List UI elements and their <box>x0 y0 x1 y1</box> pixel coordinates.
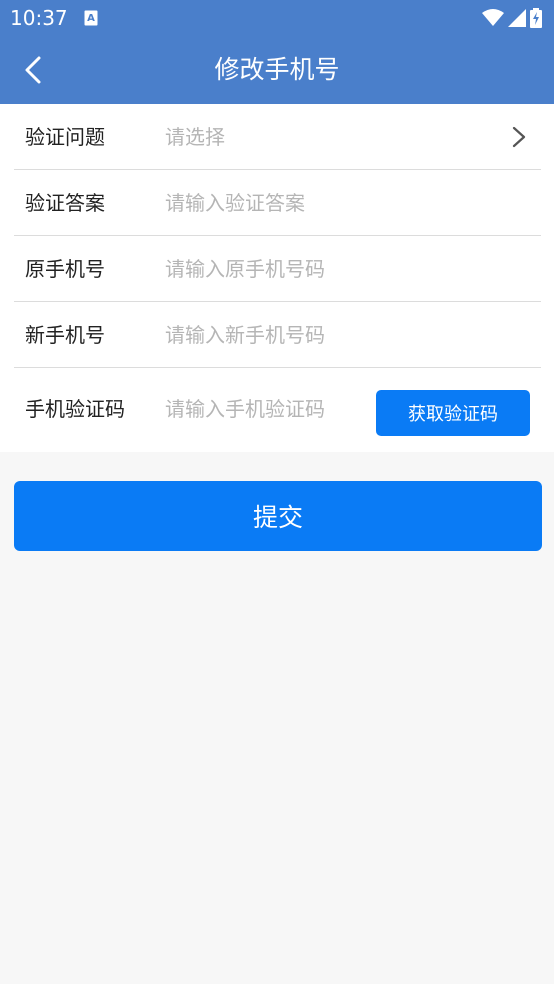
wifi-icon <box>482 9 504 26</box>
page-title: 修改手机号 <box>214 55 340 84</box>
chevron-right-icon <box>512 126 526 148</box>
battery-charging-icon <box>530 8 542 28</box>
old-phone-input[interactable] <box>165 249 495 289</box>
chevron-left-icon <box>25 56 41 84</box>
app-bar: 修改手机号 <box>0 36 554 104</box>
get-code-button[interactable]: 获取验证码 <box>376 390 530 436</box>
status-icons <box>482 8 542 28</box>
app-notification-icon: A <box>84 10 98 26</box>
submit-button[interactable]: 提交 <box>14 481 542 551</box>
verify-answer-input[interactable] <box>165 183 495 223</box>
cellular-signal-icon <box>508 9 526 27</box>
verify-question-select[interactable] <box>165 117 495 157</box>
svg-text:A: A <box>87 13 95 24</box>
verify-answer-label: 验证答案 <box>25 191 105 215</box>
new-phone-row: 新手机号 <box>14 302 541 368</box>
back-button[interactable] <box>14 50 54 90</box>
sms-code-row: 手机验证码 获取验证码 <box>14 368 541 450</box>
verify-question-label: 验证问题 <box>25 125 105 149</box>
new-phone-input[interactable] <box>165 315 495 355</box>
verify-question-row[interactable]: 验证问题 <box>14 104 541 170</box>
change-phone-form: 验证问题 验证答案 原手机号 新手机号 手机验证码 获取验证码 <box>0 104 554 452</box>
new-phone-label: 新手机号 <box>25 323 105 347</box>
sms-code-input[interactable] <box>165 389 370 429</box>
old-phone-row: 原手机号 <box>14 236 541 302</box>
old-phone-label: 原手机号 <box>25 257 105 281</box>
status-time: 10:37 <box>10 6 68 30</box>
sms-code-label: 手机验证码 <box>25 397 125 421</box>
verify-answer-row: 验证答案 <box>14 170 541 236</box>
status-bar: 10:37 A <box>0 0 554 36</box>
